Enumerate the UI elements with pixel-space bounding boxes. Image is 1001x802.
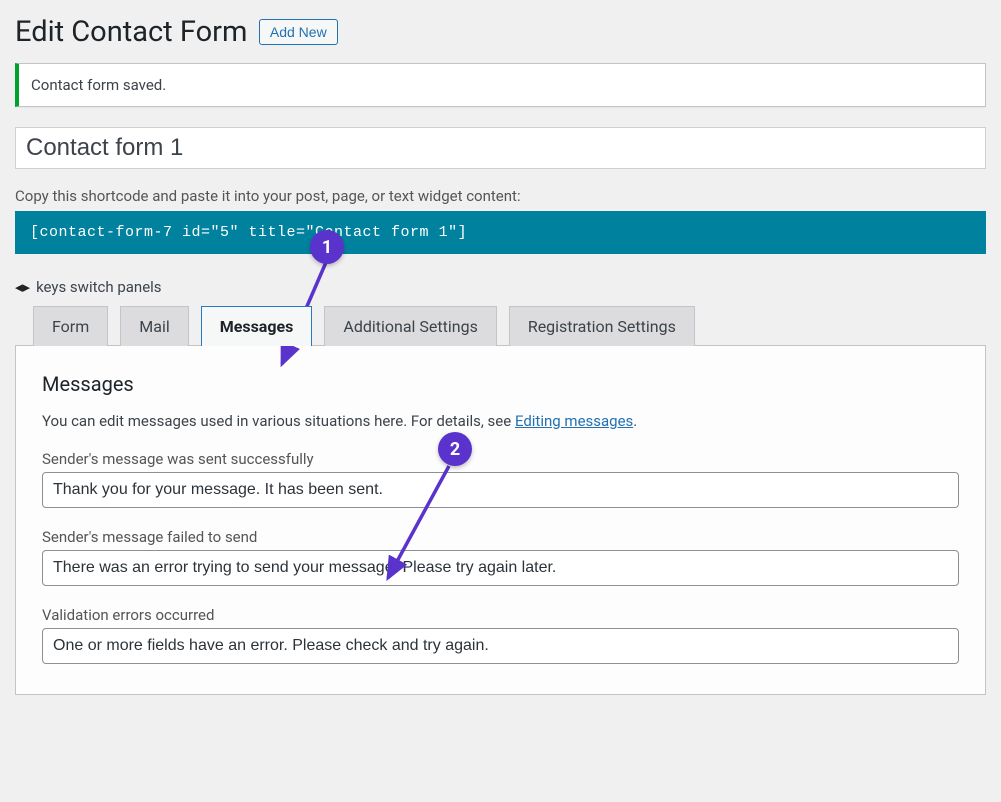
msg-label-sent-ok: Sender's message was sent successfully xyxy=(42,450,959,468)
panel-description: You can edit messages used in various si… xyxy=(42,412,959,430)
success-notice: Contact form saved. xyxy=(15,63,986,107)
form-title-input[interactable] xyxy=(15,127,986,169)
tab-mail[interactable]: Mail xyxy=(120,306,188,346)
shortcode-label: Copy this shortcode and paste it into yo… xyxy=(15,187,986,205)
msg-input-sent-ng[interactable] xyxy=(42,550,959,586)
hint-text: keys switch panels xyxy=(36,278,162,296)
page-title: Edit Contact Form xyxy=(15,15,247,49)
add-new-button[interactable]: Add New xyxy=(259,19,338,45)
tab-form[interactable]: Form xyxy=(33,306,108,346)
tabs: Form Mail Messages Additional Settings R… xyxy=(15,306,986,346)
msg-label-sent-ng: Sender's message failed to send xyxy=(42,528,959,546)
shortcode-field[interactable]: [contact-form-7 id="5" title="Contact fo… xyxy=(15,211,986,254)
editing-messages-link[interactable]: Editing messages xyxy=(515,412,633,430)
panel-heading: Messages xyxy=(42,372,959,396)
msg-label-validation: Validation errors occurred xyxy=(42,606,959,624)
messages-panel: Messages You can edit messages used in v… xyxy=(15,345,986,695)
msg-input-validation[interactable] xyxy=(42,628,959,664)
tab-additional-settings[interactable]: Additional Settings xyxy=(324,306,496,346)
notice-text: Contact form saved. xyxy=(31,76,166,94)
arrows-icon: ◂▸ xyxy=(15,278,30,296)
tab-registration-settings[interactable]: Registration Settings xyxy=(509,306,695,346)
panel-switch-hint: ◂▸ keys switch panels xyxy=(15,278,986,296)
tab-messages[interactable]: Messages xyxy=(201,306,313,346)
msg-input-sent-ok[interactable] xyxy=(42,472,959,508)
